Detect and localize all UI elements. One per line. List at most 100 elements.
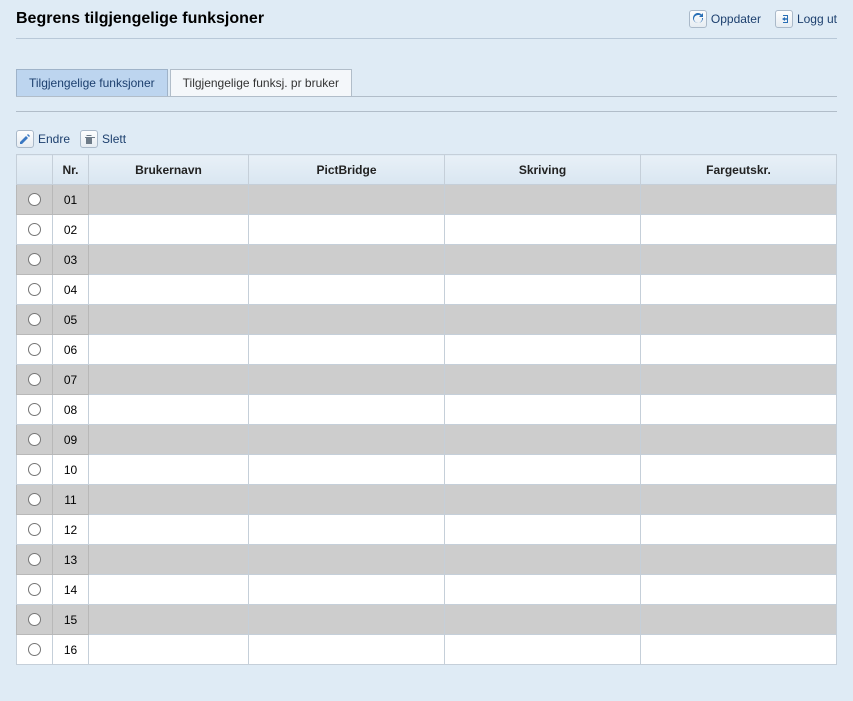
row-select-cell [17,305,53,335]
table-row: 10 [17,455,837,485]
row-nr: 03 [53,245,89,275]
row-colorprint [641,545,837,575]
table-row: 12 [17,515,837,545]
row-printing [445,515,641,545]
row-select-radio[interactable] [28,613,41,626]
row-select-radio[interactable] [28,373,41,386]
row-nr: 13 [53,545,89,575]
table-row: 06 [17,335,837,365]
row-select-cell [17,545,53,575]
trash-icon [80,130,98,148]
row-select-radio[interactable] [28,583,41,596]
row-select-radio[interactable] [28,313,41,326]
row-pictbridge [249,425,445,455]
row-colorprint [641,515,837,545]
delete-label: Slett [102,132,126,146]
row-printing [445,455,641,485]
row-pictbridge [249,455,445,485]
pencil-icon [16,130,34,148]
row-select-radio[interactable] [28,403,41,416]
row-printing [445,605,641,635]
table-row: 03 [17,245,837,275]
row-select-cell [17,515,53,545]
row-username [89,395,249,425]
row-username [89,185,249,215]
row-select-radio[interactable] [28,223,41,236]
row-select-cell [17,335,53,365]
table-header-row: Nr. Brukernavn PictBridge Skriving Farge… [17,155,837,185]
header-printing: Skriving [445,155,641,185]
row-nr: 16 [53,635,89,665]
header-actions: Oppdater Logg ut [689,10,837,28]
row-select-radio[interactable] [28,253,41,266]
row-username [89,485,249,515]
row-pictbridge [249,275,445,305]
row-colorprint [641,575,837,605]
update-button[interactable]: Oppdater [689,10,761,28]
row-select-radio[interactable] [28,523,41,536]
row-select-cell [17,425,53,455]
divider [16,111,837,112]
row-select-cell [17,395,53,425]
row-nr: 14 [53,575,89,605]
row-printing [445,425,641,455]
tab-available-per-user[interactable]: Tilgjengelige funksj. pr bruker [170,69,352,96]
edit-label: Endre [38,132,70,146]
row-pictbridge [249,485,445,515]
row-pictbridge [249,545,445,575]
table-row: 01 [17,185,837,215]
row-colorprint [641,425,837,455]
row-pictbridge [249,635,445,665]
row-username [89,635,249,665]
row-pictbridge [249,395,445,425]
row-printing [445,635,641,665]
row-select-radio[interactable] [28,343,41,356]
row-pictbridge [249,335,445,365]
row-select-radio[interactable] [28,553,41,566]
row-select-radio[interactable] [28,193,41,206]
table-row: 11 [17,485,837,515]
tab-available-functions[interactable]: Tilgjengelige funksjoner [16,69,168,96]
row-select-cell [17,245,53,275]
logout-button[interactable]: Logg ut [775,10,837,28]
page-container: Begrens tilgjengelige funksjoner Oppdate… [0,0,853,701]
table-row: 09 [17,425,837,455]
row-printing [445,185,641,215]
row-nr: 02 [53,215,89,245]
row-colorprint [641,245,837,275]
row-pictbridge [249,365,445,395]
row-colorprint [641,275,837,305]
row-colorprint [641,605,837,635]
row-pictbridge [249,305,445,335]
row-printing [445,335,641,365]
row-select-radio[interactable] [28,493,41,506]
row-username [89,335,249,365]
row-nr: 07 [53,365,89,395]
row-nr: 12 [53,515,89,545]
row-username [89,575,249,605]
row-colorprint [641,635,837,665]
edit-button[interactable]: Endre [16,130,70,148]
row-select-radio[interactable] [28,433,41,446]
row-username [89,425,249,455]
header-username: Brukernavn [89,155,249,185]
row-nr: 08 [53,395,89,425]
row-select-cell [17,185,53,215]
row-select-radio[interactable] [28,643,41,656]
table-row: 16 [17,635,837,665]
header-select [17,155,53,185]
row-select-radio[interactable] [28,283,41,296]
row-select-radio[interactable] [28,463,41,476]
header: Begrens tilgjengelige funksjoner Oppdate… [16,10,837,39]
row-pictbridge [249,575,445,605]
row-nr: 10 [53,455,89,485]
row-printing [445,245,641,275]
row-username [89,245,249,275]
row-pictbridge [249,185,445,215]
row-select-cell [17,455,53,485]
logout-label: Logg ut [797,12,837,26]
row-nr: 04 [53,275,89,305]
delete-button[interactable]: Slett [80,130,126,148]
toolbar: Endre Slett [16,130,837,148]
row-colorprint [641,395,837,425]
